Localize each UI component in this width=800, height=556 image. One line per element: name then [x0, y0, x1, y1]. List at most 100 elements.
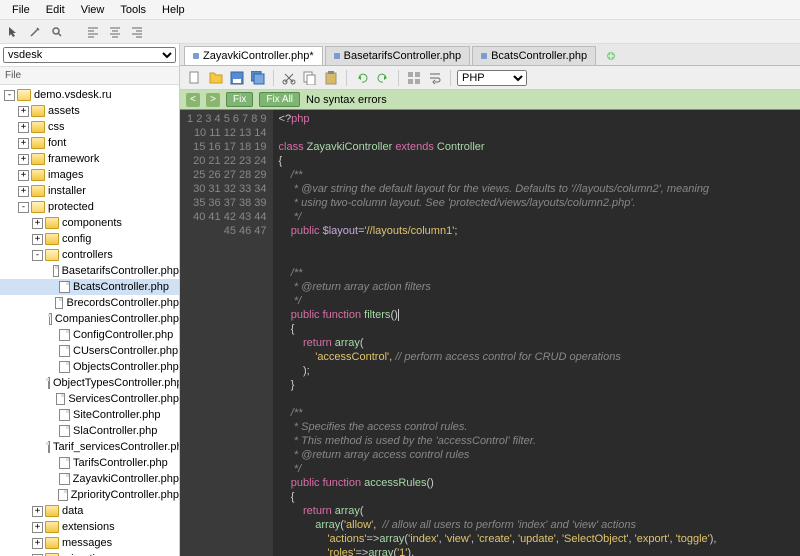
cut-icon[interactable] — [280, 69, 298, 87]
open-file-icon[interactable] — [207, 69, 225, 87]
tree-node[interactable]: CompaniesController.php — [0, 311, 179, 327]
tree-node[interactable]: - demo.vsdesk.ru — [0, 87, 179, 103]
spacer — [46, 394, 54, 405]
new-file-icon[interactable] — [186, 69, 204, 87]
expand-icon[interactable]: + — [18, 106, 29, 117]
fix-all-button[interactable]: Fix All — [259, 92, 300, 107]
folder-icon — [45, 505, 59, 517]
code-editor[interactable]: 1 2 3 4 5 6 7 8 9 10 11 12 13 14 15 16 1… — [180, 110, 800, 556]
collapse-icon[interactable]: - — [4, 90, 15, 101]
tree-node[interactable]: +data — [0, 503, 179, 519]
search-icon[interactable] — [48, 23, 66, 41]
align-right-icon[interactable] — [128, 23, 146, 41]
tree-node[interactable]: +font — [0, 135, 179, 151]
expand-icon[interactable]: + — [18, 186, 29, 197]
align-center-icon[interactable] — [106, 23, 124, 41]
menu-help[interactable]: Help — [154, 2, 193, 18]
tree-label: CUsersController.php — [73, 345, 178, 357]
save-icon[interactable] — [228, 69, 246, 87]
tree-node[interactable]: Tarif_servicesController.php — [0, 439, 179, 455]
tree-label: BasetarifsController.php — [62, 265, 179, 277]
project-selector[interactable]: vsdesk — [3, 47, 176, 63]
tree-node[interactable]: -controllers — [0, 247, 179, 263]
tree-node[interactable]: +components — [0, 215, 179, 231]
folder-open-icon — [45, 249, 59, 261]
redo-icon[interactable] — [374, 69, 392, 87]
tree-node[interactable]: +installer — [0, 183, 179, 199]
expand-icon[interactable]: + — [18, 138, 29, 149]
tree-node[interactable]: SlaController.php — [0, 423, 179, 439]
collapse-icon[interactable]: - — [32, 250, 43, 261]
tree-node[interactable]: ConfigController.php — [0, 327, 179, 343]
tab-bcats[interactable]: BcatsController.php — [472, 46, 596, 65]
tree-label: demo.vsdesk.ru — [34, 89, 112, 101]
expand-icon[interactable]: + — [18, 154, 29, 165]
collapse-icon[interactable]: - — [18, 202, 29, 213]
grid-icon[interactable] — [405, 69, 423, 87]
align-left-icon[interactable] — [84, 23, 102, 41]
save-all-icon[interactable] — [249, 69, 267, 87]
undo-icon[interactable] — [353, 69, 371, 87]
next-icon[interactable]: > — [206, 93, 220, 107]
tree-node[interactable]: +assets — [0, 103, 179, 119]
menu-edit[interactable]: Edit — [38, 2, 73, 18]
menu-tools[interactable]: Tools — [112, 2, 154, 18]
expand-icon[interactable]: + — [32, 506, 43, 517]
paste-icon[interactable] — [322, 69, 340, 87]
tree-node[interactable]: - protected — [0, 199, 179, 215]
file-icon — [49, 313, 52, 325]
tree-node[interactable]: SiteController.php — [0, 407, 179, 423]
tree-node[interactable]: ObjectsController.php — [0, 359, 179, 375]
spacer — [46, 426, 57, 437]
tree-node[interactable]: +migrations — [0, 551, 179, 556]
tree-node[interactable]: CUsersController.php — [0, 343, 179, 359]
tree-label: SlaController.php — [73, 425, 157, 437]
tree-label: ZayavkiController.php — [73, 473, 179, 485]
tree-label: ZpriorityController.php — [71, 489, 179, 501]
editor-tabs: ZayavkiController.php* BasetarifsControl… — [180, 44, 800, 66]
folder-icon — [31, 105, 45, 117]
cursor-icon[interactable] — [4, 23, 22, 41]
tree-node[interactable]: +framework — [0, 151, 179, 167]
tree-node[interactable]: BrecordsController.php — [0, 295, 179, 311]
expand-icon[interactable]: + — [32, 234, 43, 245]
tree-node[interactable]: +css — [0, 119, 179, 135]
tree-label: extensions — [62, 521, 115, 533]
language-select[interactable]: PHP — [457, 70, 527, 86]
prev-icon[interactable]: < — [186, 93, 200, 107]
expand-icon[interactable]: + — [32, 522, 43, 533]
spacer — [46, 410, 57, 421]
tree-node[interactable]: +config — [0, 231, 179, 247]
tree-node[interactable]: + extensions — [0, 519, 179, 535]
fix-button[interactable]: Fix — [226, 92, 253, 107]
code-text[interactable]: <?php class ZayavkiController extends Co… — [273, 110, 800, 556]
tree-node[interactable]: ZpriorityController.php — [0, 487, 179, 503]
tree-node[interactable]: TarifsController.php — [0, 455, 179, 471]
tab-zayavki[interactable]: ZayavkiController.php* — [184, 46, 323, 65]
folder-open-icon — [31, 201, 45, 213]
tree-node[interactable]: ServicesController.php — [0, 391, 179, 407]
folder-icon — [45, 521, 59, 533]
spacer — [46, 474, 57, 485]
expand-icon[interactable]: + — [32, 538, 43, 549]
expand-icon[interactable]: + — [18, 122, 29, 133]
menu-view[interactable]: View — [73, 2, 113, 18]
file-icon — [59, 457, 70, 469]
tree-node[interactable]: BcatsController.php — [0, 279, 179, 295]
tree-node[interactable]: +images — [0, 167, 179, 183]
tab-basetarifs[interactable]: BasetarifsController.php — [325, 46, 470, 65]
file-tree[interactable]: - demo.vsdesk.ru +assets+css+font+framewor… — [0, 85, 179, 556]
expand-icon[interactable]: + — [32, 218, 43, 229]
tree-node[interactable]: ObjectTypesController.php — [0, 375, 179, 391]
menu-file[interactable]: File — [4, 2, 38, 18]
wand-icon[interactable] — [26, 23, 44, 41]
wrap-icon[interactable] — [426, 69, 444, 87]
tree-node[interactable]: +messages — [0, 535, 179, 551]
tree-node[interactable]: ZayavkiController.php — [0, 471, 179, 487]
copy-icon[interactable] — [301, 69, 319, 87]
folder-icon — [31, 169, 45, 181]
tree-node[interactable]: BasetarifsController.php — [0, 263, 179, 279]
add-tab-icon[interactable] — [602, 47, 620, 65]
tree-label: protected — [48, 201, 94, 213]
expand-icon[interactable]: + — [18, 170, 29, 181]
